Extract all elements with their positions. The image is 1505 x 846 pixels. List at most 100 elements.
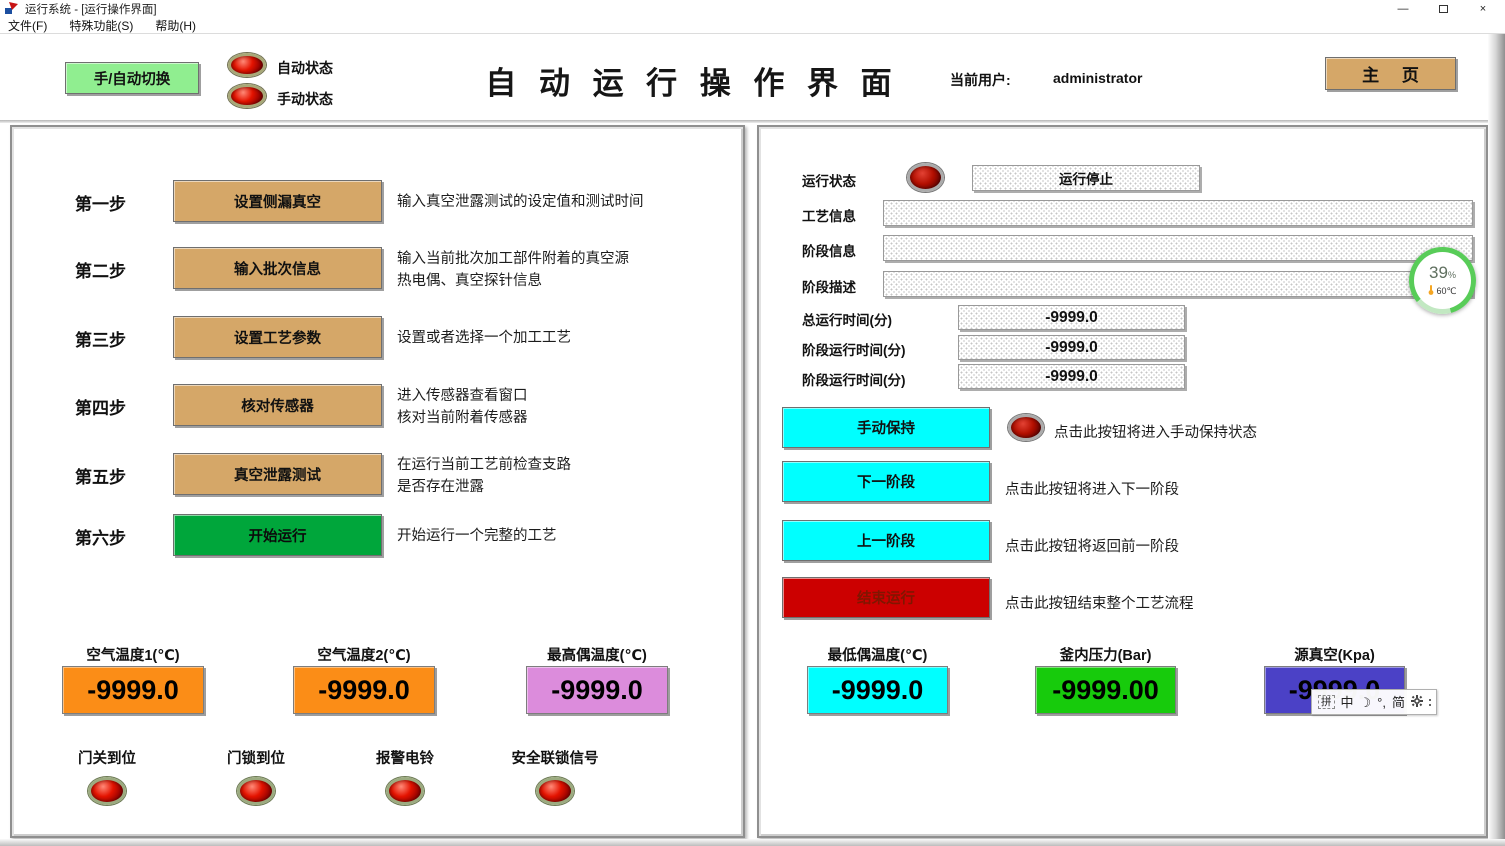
title-bar: 运行系统 - [运行操作界面] — × bbox=[0, 0, 1505, 17]
air-temp-1-display: 空气温度1(℃) -9999.0 bbox=[62, 644, 204, 714]
current-user-label: 当前用户: bbox=[950, 70, 1011, 90]
top-control-bar: 手/自动切换 自动状态 手动状态 自 动 运 行 操 作 界 面 当前用户: a… bbox=[0, 34, 1505, 120]
run-status-led bbox=[907, 163, 944, 192]
manual-status-led bbox=[228, 84, 266, 108]
door-closed-indicator: 门关到位 bbox=[47, 747, 167, 805]
close-button[interactable]: × bbox=[1463, 0, 1503, 17]
step-2-number: 第二步 bbox=[75, 257, 126, 282]
step-4-number: 第四步 bbox=[75, 394, 126, 419]
ime-pinyin-icon[interactable]: 拼 bbox=[1318, 695, 1335, 710]
manual-hold-description: 点击此按钮将进入手动保持状态 bbox=[1054, 421, 1257, 442]
overlay-temperature: 60℃ bbox=[1436, 286, 1456, 297]
step-row-4: 第四步 核对传感器 进入传感器查看窗口核对当前附着传感器 bbox=[12, 384, 743, 428]
step-6-button-start-run[interactable]: 开始运行 bbox=[173, 514, 382, 556]
steps-panel: 第一步 设置侧漏真空 输入真空泄露测试的设定值和测试时间 第二步 输入批次信息 … bbox=[10, 125, 745, 838]
restore-icon bbox=[1439, 5, 1448, 13]
step-row-1: 第一步 设置侧漏真空 输入真空泄露测试的设定值和测试时间 bbox=[12, 180, 743, 224]
restore-button[interactable] bbox=[1423, 0, 1463, 17]
window-right-edge bbox=[1488, 34, 1505, 846]
end-run-description: 点击此按钮结束整个工艺流程 bbox=[1005, 592, 1194, 613]
step-2-button-enter-batch-info[interactable]: 输入批次信息 bbox=[173, 247, 382, 289]
overlay-percent: 39 bbox=[1429, 263, 1448, 282]
step-1-number: 第一步 bbox=[75, 190, 126, 215]
door-locked-indicator: 门锁到位 bbox=[196, 747, 316, 805]
minimize-button[interactable]: — bbox=[1383, 0, 1423, 17]
stage-description-field bbox=[883, 271, 1473, 297]
step-row-3: 第三步 设置工艺参数 设置或者选择一个加工工艺 bbox=[12, 316, 743, 360]
step-5-number: 第五步 bbox=[75, 463, 126, 488]
step-6-number: 第六步 bbox=[75, 524, 126, 549]
next-stage-description: 点击此按钮将进入下一阶段 bbox=[1005, 478, 1179, 499]
ime-chinese-mode[interactable]: 中 bbox=[1341, 696, 1354, 709]
step-2-description: 输入当前批次加工部件附着的真空源热电偶、真空探针信息 bbox=[397, 248, 629, 292]
step-5-button-vacuum-leak-test[interactable]: 真空泄露测试 bbox=[173, 453, 382, 495]
door-closed-led bbox=[88, 777, 126, 805]
ime-punctuation-icon[interactable]: °, bbox=[1377, 696, 1386, 709]
home-button[interactable]: 主 页 bbox=[1325, 57, 1456, 90]
manual-hold-led bbox=[1008, 414, 1044, 441]
step-5-description: 在运行当前工艺前检查支路是否存在泄露 bbox=[397, 454, 571, 498]
app-icon bbox=[5, 2, 19, 15]
step-1-description: 输入真空泄露测试的设定值和测试时间 bbox=[397, 191, 644, 213]
menu-help[interactable]: 帮助(H) bbox=[155, 17, 196, 34]
manual-hold-button[interactable]: 手动保持 bbox=[782, 407, 990, 448]
step-1-button-set-leak-vacuum[interactable]: 设置侧漏真空 bbox=[173, 180, 382, 222]
performance-overlay-widget[interactable]: 39% 60℃ bbox=[1409, 247, 1476, 314]
step-3-description: 设置或者选择一个加工工艺 bbox=[397, 327, 571, 349]
step-row-2: 第二步 输入批次信息 输入当前批次加工部件附着的真空源热电偶、真空探针信息 bbox=[12, 247, 743, 291]
door-locked-led bbox=[237, 777, 275, 805]
page-title: 自 动 运 行 操 作 界 面 bbox=[462, 58, 922, 103]
manual-status-label: 手动状态 bbox=[277, 89, 333, 109]
auto-status-label: 自动状态 bbox=[277, 58, 333, 78]
stage-info-field bbox=[883, 235, 1473, 261]
total-run-time-field: -9999.0 bbox=[958, 305, 1185, 330]
step-row-5: 第五步 真空泄露测试 在运行当前工艺前检查支路是否存在泄露 bbox=[12, 453, 743, 497]
stage-run-time-field-2: -9999.0 bbox=[958, 364, 1185, 389]
previous-stage-description: 点击此按钮将返回前一阶段 bbox=[1005, 535, 1179, 556]
end-run-button[interactable]: 结束运行 bbox=[782, 577, 990, 618]
process-info-field bbox=[883, 200, 1473, 226]
ime-moon-icon[interactable]: ☽ bbox=[1360, 696, 1372, 709]
step-3-button-set-process-params[interactable]: 设置工艺参数 bbox=[173, 316, 382, 358]
manual-auto-toggle-button[interactable]: 手/自动切换 bbox=[65, 62, 199, 94]
current-user-value: administrator bbox=[1053, 70, 1142, 86]
min-couple-temp-display: 最低偶温度(℃) -9999.0 bbox=[807, 644, 948, 714]
menu-file[interactable]: 文件(F) bbox=[8, 17, 47, 34]
run-status-field: 运行停止 bbox=[972, 165, 1200, 191]
stage-info-label: 阶段信息 bbox=[802, 240, 856, 260]
process-info-label: 工艺信息 bbox=[802, 205, 856, 225]
safety-interlock-led bbox=[536, 777, 574, 805]
run-control-panel: 运行状态 运行停止 工艺信息 阶段信息 阶段描述 总运行时间(分) -9999.… bbox=[757, 125, 1488, 838]
step-4-button-verify-sensors[interactable]: 核对传感器 bbox=[173, 384, 382, 426]
stage-run-time-field-1: -9999.0 bbox=[958, 335, 1185, 360]
topbar-divider bbox=[0, 120, 1488, 123]
safety-interlock-indicator: 安全联锁信号 bbox=[495, 747, 615, 805]
alarm-bell-indicator: 报警电铃 bbox=[345, 747, 465, 805]
ime-settings-gear-icon[interactable] bbox=[1411, 695, 1423, 709]
alarm-bell-led bbox=[386, 777, 424, 805]
step-4-description: 进入传感器查看窗口核对当前附着传感器 bbox=[397, 385, 528, 429]
previous-stage-button[interactable]: 上一阶段 bbox=[782, 520, 990, 561]
ime-toolbar[interactable]: 拼 中 ☽ °, 简 bbox=[1311, 689, 1437, 715]
ime-more-icon[interactable] bbox=[1429, 699, 1431, 706]
step-3-number: 第三步 bbox=[75, 326, 126, 351]
stage-run-time-label-2: 阶段运行时间(分) bbox=[802, 369, 906, 389]
thermometer-icon bbox=[1428, 285, 1434, 297]
run-status-label: 运行状态 bbox=[802, 170, 856, 190]
max-couple-temp-display: 最高偶温度(℃) -9999.0 bbox=[526, 644, 668, 714]
air-temp-2-display: 空气温度2(℃) -9999.0 bbox=[293, 644, 435, 714]
performance-overlay-face: 39% 60℃ bbox=[1414, 252, 1471, 309]
total-run-time-label: 总运行时间(分) bbox=[802, 309, 892, 329]
step-row-6: 第六步 开始运行 开始运行一个完整的工艺 bbox=[12, 514, 743, 558]
menu-bar: 文件(F) 特殊功能(S) 帮助(H) bbox=[0, 17, 1505, 34]
window-bottom-edge bbox=[0, 839, 1505, 846]
overlay-percent-unit: % bbox=[1448, 270, 1456, 280]
stage-run-time-label-1: 阶段运行时间(分) bbox=[802, 339, 906, 359]
menu-special-functions[interactable]: 特殊功能(S) bbox=[69, 17, 133, 34]
ime-simplified-mode[interactable]: 简 bbox=[1392, 696, 1405, 709]
window-title: 运行系统 - [运行操作界面] bbox=[25, 1, 157, 17]
vessel-pressure-display: 釜内压力(Bar) -9999.00 bbox=[1035, 644, 1176, 714]
stage-description-label: 阶段描述 bbox=[802, 276, 856, 296]
next-stage-button[interactable]: 下一阶段 bbox=[782, 461, 990, 502]
step-6-description: 开始运行一个完整的工艺 bbox=[397, 525, 557, 547]
